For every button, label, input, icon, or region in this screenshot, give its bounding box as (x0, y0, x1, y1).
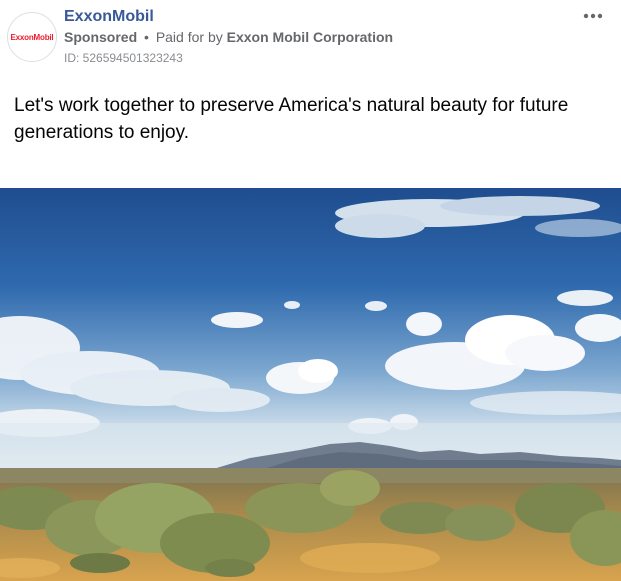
sponsored-label: Sponsored (64, 29, 138, 45)
advertiser-name-link[interactable]: ExxonMobil (64, 8, 154, 26)
sponsorship-line: Sponsored • Paid for by Exxon Mobil Corp… (64, 29, 393, 45)
separator-dot: • (144, 29, 149, 45)
paid-for-label: Paid for by (155, 29, 223, 45)
post-header: ExxonMobil ExxonMobil Sponsored • Paid f… (0, 0, 621, 80)
exxonmobil-logo: ExxonMobil (10, 32, 54, 42)
sponsored-post: ExxonMobil ExxonMobil Sponsored • Paid f… (0, 0, 621, 581)
landscape-photo (0, 188, 621, 581)
ad-id: ID: 526594501323243 (64, 51, 183, 65)
more-options-button[interactable] (579, 6, 607, 26)
advertiser-avatar[interactable]: ExxonMobil (7, 12, 57, 62)
post-caption: Let's work together to preserve America'… (14, 95, 569, 143)
more-horizontal-icon (583, 13, 603, 19)
paid-for-entity: Exxon Mobil Corporation (226, 29, 394, 45)
ad-image[interactable] (0, 188, 621, 581)
